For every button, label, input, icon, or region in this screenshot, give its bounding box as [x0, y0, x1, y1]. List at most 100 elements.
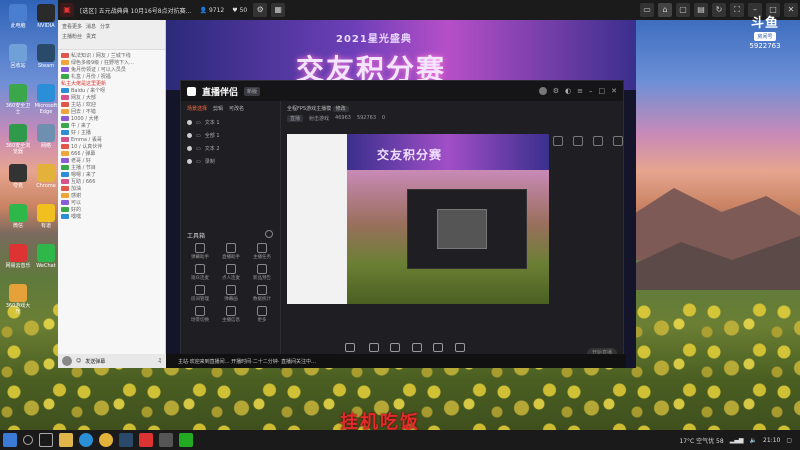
- emoji-icon[interactable]: ☺: [76, 358, 81, 364]
- desktop-icon[interactable]: Chrome: [32, 164, 60, 189]
- app-icon[interactable]: [159, 433, 173, 447]
- stream-preview[interactable]: 交友积分赛: [287, 134, 549, 304]
- desktop-icon[interactable]: 夸克: [4, 164, 32, 189]
- tool-button[interactable]: 直播助手: [216, 243, 246, 260]
- tab-1[interactable]: 剪辑: [213, 105, 223, 112]
- scene-item[interactable]: ▭ 文本 2: [181, 142, 280, 155]
- desktop-icon[interactable]: Microsoft Edge: [32, 84, 60, 115]
- tool-button[interactable]: 新品预告: [247, 264, 277, 281]
- lock-icon[interactable]: [573, 136, 583, 146]
- chat-message-text: 牛 / 来了: [71, 123, 91, 129]
- tool-button[interactable]: 房间管理: [185, 285, 215, 302]
- file-explorer-icon[interactable]: [59, 433, 73, 447]
- chat-message-list[interactable]: 私法知识 / 网友 / 兰城下线 绿色多级9级 / 狂野地下入… 兔月份领证 / 可…: [58, 50, 165, 222]
- chat-message-text: Emma / 丢哥: [71, 137, 102, 143]
- music-icon[interactable]: ♫: [158, 358, 162, 364]
- eye-icon[interactable]: [187, 120, 192, 125]
- skin-icon[interactable]: ◐: [565, 87, 571, 95]
- room-info: 全程FPS游戏主播模 修改 直播 射击游戏 46963 592763 0: [281, 101, 625, 126]
- banner-subtitle: 2021星光盛典: [336, 34, 412, 45]
- tool-button[interactable]: 弹幕助手: [185, 243, 215, 260]
- avatar[interactable]: [538, 87, 547, 95]
- desktop-icon[interactable]: 网络: [32, 124, 60, 149]
- search-icon[interactable]: [23, 435, 33, 445]
- chat-header-tab[interactable]: 主播粉丝: [62, 33, 82, 40]
- window-icon[interactable]: ▢: [676, 3, 690, 17]
- home-icon[interactable]: ⌂: [658, 3, 672, 17]
- grid-icon[interactable]: ▦: [271, 3, 286, 17]
- close-icon[interactable]: ✕: [611, 87, 617, 95]
- chat-header-tab[interactable]: 查看更多: [62, 23, 82, 30]
- app-version-tag[interactable]: 新版: [244, 86, 261, 96]
- desktop-icon-label: 360安全浏览器: [5, 143, 31, 155]
- send-danmu-label[interactable]: 发送弹幕: [85, 358, 105, 365]
- eye-icon[interactable]: [187, 133, 192, 138]
- desktop-icon[interactable]: 有道: [32, 204, 60, 229]
- settings-icon[interactable]: ⚙: [553, 87, 559, 95]
- tab-2[interactable]: 可改名: [229, 105, 244, 112]
- tool-button[interactable]: 更多: [247, 306, 277, 323]
- chat-message-text: 666 / 弹幕: [71, 151, 96, 157]
- desktop-icon[interactable]: 360游戏大厅: [4, 284, 32, 315]
- app-icon[interactable]: [139, 433, 153, 447]
- task-view-icon[interactable]: [39, 433, 53, 447]
- layout-icon[interactable]: [553, 136, 563, 146]
- chat-message: 666 / 弹幕: [61, 150, 162, 157]
- desktop-icon[interactable]: Steam: [32, 44, 60, 69]
- menu-icon[interactable]: ≡: [577, 87, 583, 95]
- toolbox-collapse-icon[interactable]: [265, 230, 273, 238]
- share-icon[interactable]: [613, 136, 623, 146]
- edit-room-button[interactable]: 修改: [332, 106, 349, 112]
- eye-icon[interactable]: [187, 146, 192, 151]
- scene-item[interactable]: ▭ 录制: [181, 155, 280, 168]
- tool-button[interactable]: 观众连麦: [185, 264, 215, 281]
- steam-icon[interactable]: [119, 433, 133, 447]
- tool-button[interactable]: 点人连麦: [216, 264, 246, 281]
- chrome-icon[interactable]: [99, 433, 113, 447]
- chat-header-tab[interactable]: 贵宾: [86, 33, 96, 40]
- maximize-icon[interactable]: □: [599, 87, 606, 95]
- chat-header-tab[interactable]: 分享: [100, 23, 110, 30]
- live-companion-window: 直播伴侣 新版 ⚙ ◐ ≡ – □ ✕ 场景选择 剪辑 可改名 ▭ 文本 1 ▭ 全部 1…: [180, 80, 625, 369]
- notification-icon[interactable]: ▢: [786, 437, 792, 444]
- video-icon[interactable]: ▭: [640, 3, 654, 17]
- layout-icon[interactable]: ▤: [694, 3, 708, 17]
- chat-message-text: 主站 / 欢迎: [71, 102, 96, 108]
- page-title: [选区] 五元战典典 10月16号8点对抗赛…: [80, 7, 192, 15]
- volume-icon[interactable]: 🔈: [750, 437, 757, 444]
- minimize-icon[interactable]: –: [589, 87, 593, 95]
- desktop-icon[interactable]: NVIDIA: [32, 4, 60, 29]
- app-logo-icon[interactable]: ▣: [60, 3, 74, 17]
- desktop-icon[interactable]: 360安全卫士: [4, 84, 32, 115]
- chat-header-tab[interactable]: 消息: [86, 23, 96, 30]
- scene-item[interactable]: ▭ 文本 1: [181, 116, 280, 129]
- desktop-icon[interactable]: 回收站: [4, 44, 32, 69]
- app-icon[interactable]: [179, 433, 193, 447]
- desktop-icon[interactable]: WeChat: [32, 244, 60, 269]
- settings-icon[interactable]: ⚙: [253, 3, 268, 17]
- bottom-button-icon: [411, 342, 422, 352]
- crop-icon[interactable]: [593, 136, 603, 146]
- tool-button[interactable]: 数据统计: [247, 285, 277, 302]
- windows-start-icon[interactable]: [3, 433, 17, 447]
- clock[interactable]: 21:10: [763, 437, 780, 444]
- edge-icon[interactable]: [79, 433, 93, 447]
- tab-0[interactable]: 场景选择: [187, 105, 207, 112]
- network-icon[interactable]: ▂▄▆: [730, 437, 744, 444]
- refresh-icon[interactable]: ↻: [712, 3, 726, 17]
- desktop-icon[interactable]: 360安全浏览器: [4, 124, 32, 155]
- tool-button[interactable]: 场景切换: [185, 306, 215, 323]
- desktop-icon[interactable]: 微信: [4, 204, 32, 229]
- desktop-icon[interactable]: 网易云音乐: [4, 244, 32, 269]
- eye-icon[interactable]: [187, 159, 192, 164]
- app-icon: [9, 204, 27, 222]
- avatar[interactable]: [62, 356, 72, 366]
- weather-status[interactable]: 17°C 空气优 58: [679, 436, 723, 445]
- desktop-icon[interactable]: 此电脑: [4, 4, 32, 29]
- tool-button[interactable]: 主播信息: [216, 306, 246, 323]
- tool-button[interactable]: 弹幕画: [216, 285, 246, 302]
- scene-item[interactable]: ▭ 全部 1: [181, 129, 280, 142]
- tool-icon: [195, 285, 205, 295]
- tool-button[interactable]: 主播任务: [247, 243, 277, 260]
- chat-message: 兔月份领证 / 可以入员员: [61, 66, 162, 73]
